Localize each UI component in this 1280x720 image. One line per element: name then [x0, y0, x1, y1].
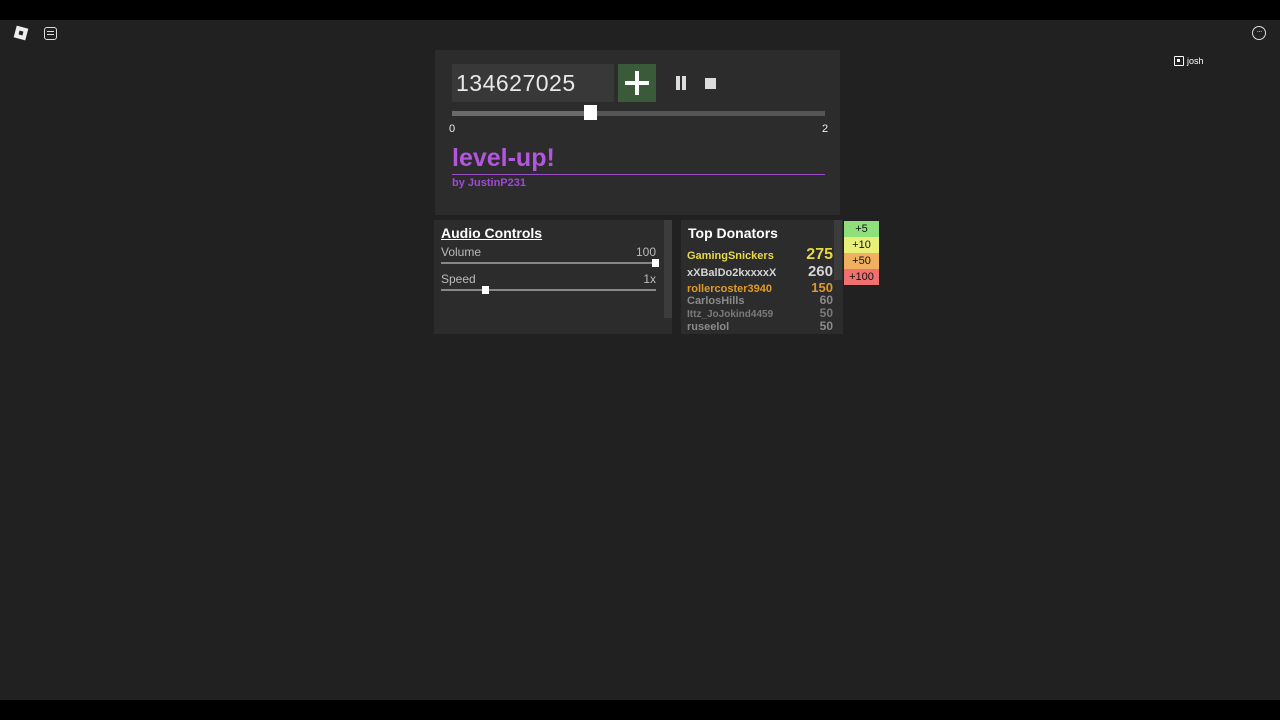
donor-amount: 50: [819, 306, 833, 320]
donor-name: ruseelol: [687, 321, 730, 333]
song-title: level-up!: [452, 144, 555, 172]
bottom-letterbox: [0, 700, 1280, 720]
speed-handle[interactable]: [482, 286, 490, 294]
volume-slider[interactable]: [441, 259, 659, 267]
top-letterbox: [0, 0, 1280, 20]
speed-value: 1x: [643, 272, 656, 286]
audio-controls-title: Audio Controls: [441, 225, 543, 241]
donor-amount: 50: [819, 319, 833, 333]
speed-slider[interactable]: [441, 286, 656, 294]
seek-slider[interactable]: [452, 105, 825, 120]
title-divider: [452, 174, 825, 175]
music-player-panel: 134627025 0 2 level-up! by JustinP231: [435, 50, 840, 215]
speed-label: Speed: [441, 272, 476, 286]
volume-label: Volume: [441, 245, 482, 259]
donate-button[interactable]: +10: [844, 237, 879, 253]
roblox-logo-icon: [13, 25, 29, 41]
player-name-tag: josh: [1174, 56, 1204, 66]
donate-button[interactable]: +5: [844, 221, 879, 237]
donate-button[interactable]: +50: [844, 253, 879, 269]
donate-button[interactable]: +100: [844, 269, 879, 285]
audio-controls-scrollbar[interactable]: [664, 220, 672, 318]
donor-amount: 275: [806, 246, 833, 263]
seek-progress: [452, 111, 590, 116]
donor-row: GamingSnickers 275: [687, 246, 833, 264]
pause-button[interactable]: [672, 74, 690, 92]
donor-row: Ittz_JoJokind4459 50: [687, 306, 833, 320]
donor-amount: 260: [807, 263, 833, 280]
plus-icon: [625, 71, 649, 95]
song-artist: by JustinP231: [452, 177, 526, 189]
add-song-button[interactable]: [618, 64, 656, 102]
stop-button[interactable]: [702, 75, 718, 91]
premium-icon: [1174, 56, 1184, 66]
seek-handle[interactable]: [584, 105, 597, 120]
donor-name: xXBalDo2kxxxxX: [687, 267, 777, 279]
sound-id-input[interactable]: 134627025: [452, 64, 614, 102]
top-donators-panel: Top Donators GamingSnickers 275 xXBalDo2kx…: [681, 220, 843, 334]
roblox-menu-button[interactable]: [12, 24, 30, 42]
seek-max-label: 2: [822, 123, 829, 135]
chat-button[interactable]: [41, 24, 59, 42]
donor-row: xXBalDo2kxxxxX 260: [687, 263, 833, 280]
player-username: josh: [1187, 56, 1204, 66]
donators-scrollbar[interactable]: [834, 220, 842, 280]
audio-controls-panel: Audio Controls Volume 100 Speed 1x: [434, 220, 672, 334]
donor-row: CarlosHills 60: [687, 293, 833, 307]
donor-row: ruseelol 50: [687, 319, 833, 333]
top-donators-title: Top Donators: [688, 225, 778, 241]
seek-min-label: 0: [449, 123, 456, 135]
more-options-button[interactable]: ···: [1250, 24, 1268, 42]
ellipsis-icon: ···: [1252, 26, 1266, 40]
volume-handle[interactable]: [652, 259, 659, 267]
donate-buttons: +5 +10 +50 +100: [844, 221, 879, 285]
donor-name: GamingSnickers: [687, 250, 774, 262]
chat-icon: [43, 26, 57, 40]
donor-amount: 60: [819, 293, 833, 307]
volume-value: 100: [635, 245, 656, 259]
